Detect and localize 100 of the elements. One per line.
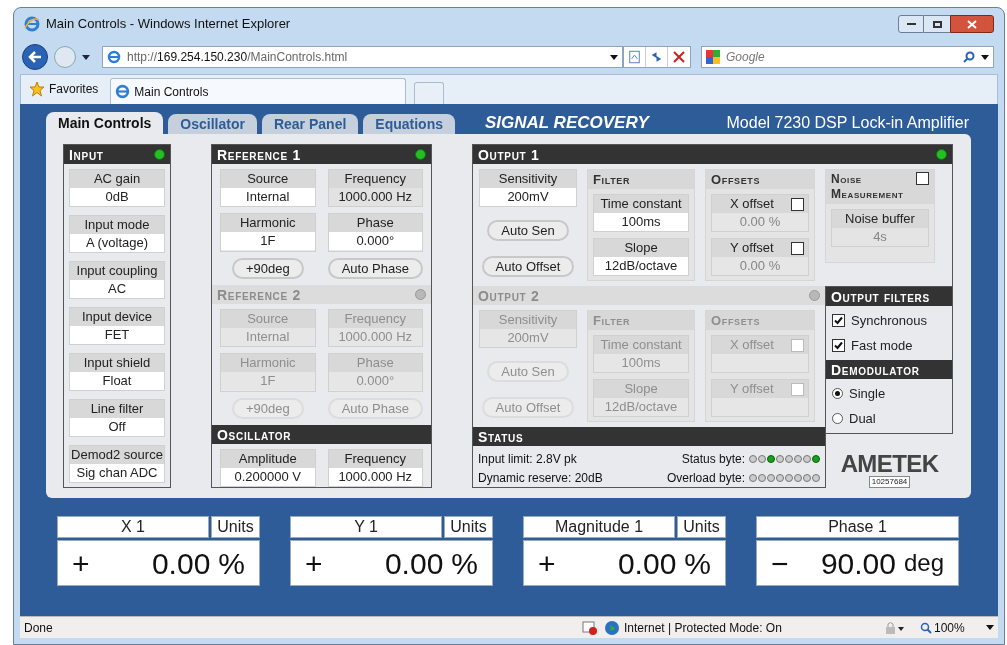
option-label: Dual (849, 409, 876, 428)
caret-icon (986, 625, 994, 630)
field-value[interactable]: 1000.000 Hz (328, 188, 422, 206)
group-title: Filter (588, 170, 694, 189)
app-tab[interactable]: Rear Panel (261, 114, 359, 134)
field-label: Frequency (328, 310, 422, 328)
status-text: Done (24, 619, 54, 637)
maximize-button[interactable] (924, 15, 950, 33)
action-button[interactable]: Auto Phase (327, 257, 423, 279)
readout-label: X 1 (57, 516, 209, 538)
search-icon[interactable] (963, 51, 975, 63)
globe-icon (604, 619, 620, 636)
dropdown-caret-icon[interactable] (610, 54, 618, 60)
checkbox[interactable] (791, 382, 804, 396)
minimize-button[interactable] (898, 15, 924, 33)
app-tab[interactable]: Oscillator (168, 114, 257, 134)
checkbox[interactable] (791, 338, 804, 352)
checkbox[interactable] (916, 172, 929, 185)
action-button[interactable]: Auto Offset (481, 256, 575, 277)
radio-button[interactable] (832, 388, 843, 400)
field-label: Phase (328, 214, 422, 233)
units-button[interactable]: Units (444, 516, 493, 538)
readout-sign: + (72, 545, 91, 582)
field-value[interactable]: A (voltage) (70, 234, 164, 252)
field-value[interactable]: 1F (221, 232, 315, 251)
field-label: Slope (594, 380, 688, 398)
field-label: X offset (730, 195, 774, 214)
zoom-icon (920, 621, 932, 634)
field-value[interactable]: Float (70, 372, 164, 390)
input-limit-text: Input limit: 2.8V pk (478, 451, 578, 468)
field-label: Phase (328, 354, 422, 373)
search-provider-icon (706, 50, 720, 64)
lock-icon[interactable] (884, 620, 906, 635)
field-value[interactable]: 1000.000 Hz (328, 468, 422, 486)
field-label: Frequency (328, 170, 422, 188)
readout-unit: deg (903, 548, 944, 578)
app-tab[interactable]: Main Controls (46, 112, 164, 134)
app-tab[interactable]: Equations (363, 114, 455, 134)
field-label: Time constant (594, 336, 688, 354)
browser-tab[interactable]: Main Controls (110, 78, 407, 104)
readout-value: 0.00 (150, 545, 212, 582)
checkbox[interactable] (791, 241, 804, 255)
units-button[interactable]: Units (211, 516, 260, 538)
readout-value: 0.00 (616, 545, 678, 582)
section-header: Reference 2 (212, 285, 431, 304)
field-label: Slope (594, 239, 688, 257)
field-label: Harmonic (221, 354, 315, 373)
field-value[interactable]: FET (70, 326, 164, 344)
option-label: Single (849, 385, 886, 403)
back-arrow-icon (28, 51, 42, 63)
field-label: Time constant (594, 195, 688, 213)
checkbox[interactable] (832, 338, 845, 352)
address-text: http://169.254.150.230/MainControls.html (127, 49, 349, 66)
zoom-button[interactable]: 100% (920, 618, 994, 637)
field-value[interactable]: 200mV (480, 188, 576, 206)
field-value[interactable]: Sig chan ADC (70, 464, 164, 482)
security-zone-text: Internet | Protected Mode: On (624, 619, 783, 637)
field-value[interactable]: 0.200000 V (221, 468, 315, 486)
search-placeholder: Google (726, 49, 766, 66)
overload-byte-label: Overload byte: (666, 470, 745, 487)
dropdown-caret-icon[interactable] (82, 54, 90, 60)
search-field[interactable]: Google (701, 46, 994, 68)
action-button[interactable]: Auto Sen (487, 220, 569, 241)
popup-blocked-icon[interactable] (582, 619, 598, 636)
checkbox[interactable] (832, 314, 845, 328)
field-label: Input device (70, 308, 164, 326)
field-value[interactable]: 12dB/octave (594, 257, 688, 275)
field-label: Input mode (70, 216, 164, 234)
readout-sign: + (305, 545, 324, 582)
field-value[interactable]: 100ms (594, 213, 688, 231)
field-label: Line filter (70, 400, 164, 418)
field-value[interactable]: Off (70, 418, 164, 436)
address-bar[interactable]: http://169.254.150.230/MainControls.html (102, 46, 623, 68)
dynamic-reserve-text: Dynamic reserve: 20dB (478, 470, 604, 487)
instrument-model: Model 7230 DSP Lock-in Amplifier (726, 113, 970, 133)
readout-unit: % (451, 545, 478, 582)
field-label: Harmonic (221, 214, 315, 233)
favorites-button[interactable]: Favorites (25, 76, 103, 102)
dropdown-caret-icon[interactable] (981, 54, 989, 60)
back-button[interactable] (22, 44, 48, 70)
field-value[interactable]: Internal (221, 188, 315, 206)
radio-button[interactable] (832, 412, 843, 424)
section-header: Input (64, 145, 170, 164)
field-value[interactable]: 0dB (70, 188, 164, 206)
checkbox[interactable] (791, 197, 804, 211)
section-header: Demodulator (826, 360, 952, 379)
status-byte-label: Status byte: (681, 451, 745, 468)
readout-label: Y 1 (290, 516, 442, 538)
field-label: Sensitivity (480, 170, 576, 188)
section-header: Oscillator (212, 425, 431, 444)
option-label: Fast mode (851, 336, 913, 355)
close-button[interactable] (950, 15, 994, 33)
field-value[interactable]: AC (70, 280, 164, 298)
field-value[interactable]: 0.000° (328, 232, 422, 251)
company-logo: AMETEK (840, 452, 939, 476)
units-button[interactable]: Units (677, 516, 726, 538)
action-button[interactable]: +90deg (231, 257, 304, 279)
section-header: Reference 1 (212, 145, 431, 164)
readout-label: Magnitude 1 (523, 516, 675, 538)
group-title: Noise Measurement (831, 172, 904, 203)
